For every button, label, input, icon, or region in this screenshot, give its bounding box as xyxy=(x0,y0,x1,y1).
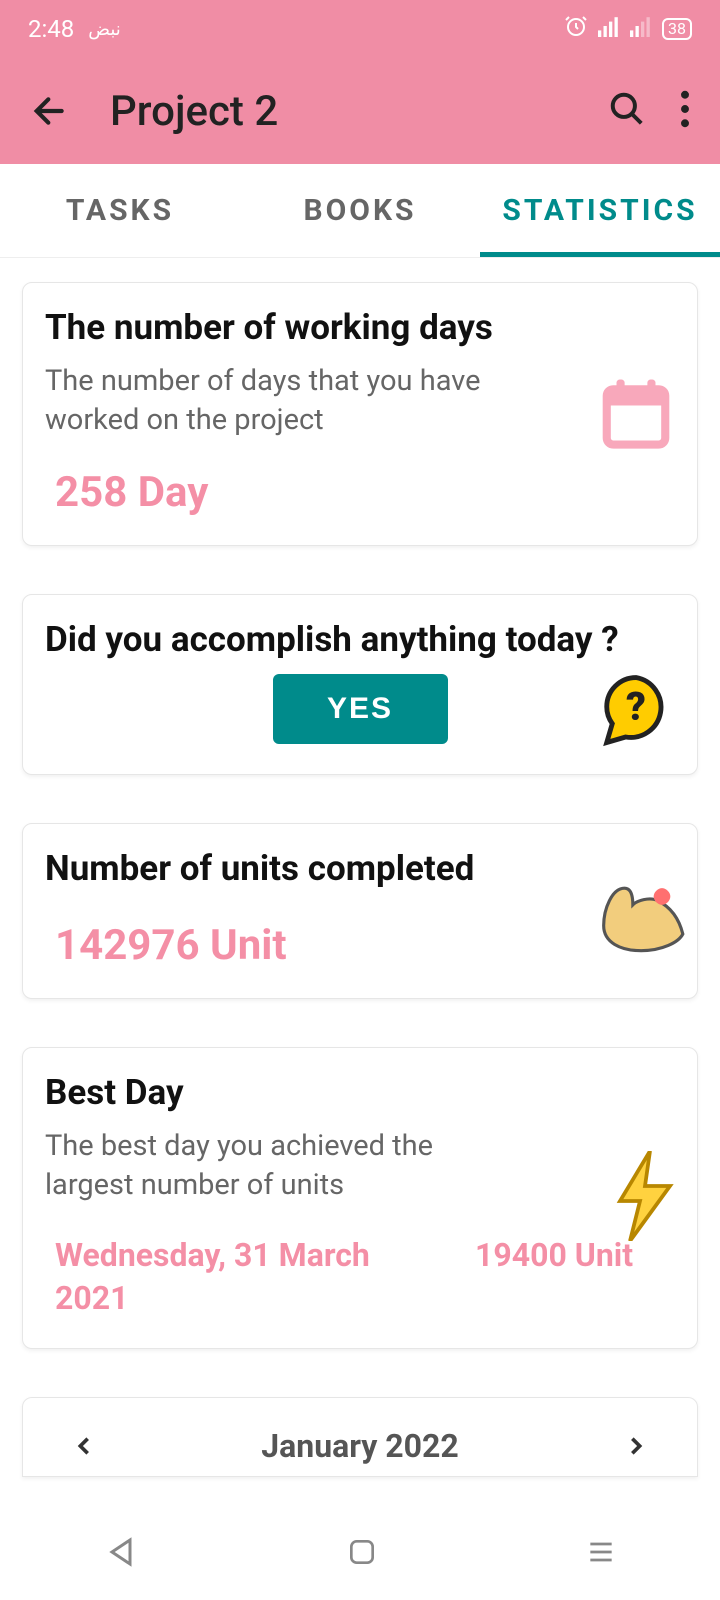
signal-icon xyxy=(598,15,620,43)
calendar-header: January 2022 xyxy=(22,1397,698,1477)
tab-tasks[interactable]: TASKS xyxy=(0,164,240,257)
system-nav-bar xyxy=(0,1508,720,1600)
question-icon: ? xyxy=(597,671,675,753)
card-today: Did you accomplish anything today ? YES … xyxy=(22,594,698,775)
lightning-icon xyxy=(615,1151,675,1245)
card-working-days: The number of working days The number of… xyxy=(22,282,698,546)
more-button[interactable] xyxy=(680,90,690,132)
next-month-button[interactable] xyxy=(625,1426,647,1466)
search-button[interactable] xyxy=(608,90,646,132)
back-button[interactable] xyxy=(20,91,80,131)
battery-icon: 38 xyxy=(662,18,692,40)
app-bar: Project 2 xyxy=(0,58,720,164)
muscle-icon xyxy=(587,859,687,963)
card-subtitle: The number of days that you have worked … xyxy=(45,362,515,440)
best-day-date: Wednesday, 31 March 2021 xyxy=(55,1234,435,1320)
tab-books[interactable]: BOOKS xyxy=(240,164,480,257)
tab-bar: TASKS BOOKS STATISTICS xyxy=(0,164,720,258)
calendar-icon xyxy=(597,373,675,455)
content-scroll[interactable]: The number of working days The number of… xyxy=(0,258,720,1477)
prev-month-button[interactable] xyxy=(73,1426,95,1466)
units-value: 142976 Unit xyxy=(45,921,675,970)
signal2-icon xyxy=(630,15,652,43)
card-title: Number of units completed xyxy=(45,848,675,889)
status-time: 2:48 xyxy=(28,15,74,43)
card-units: Number of units completed 142976 Unit xyxy=(22,823,698,999)
tab-statistics[interactable]: STATISTICS xyxy=(480,164,720,257)
working-days-value: 258 Day xyxy=(45,468,675,517)
card-title: Did you accomplish anything today ? xyxy=(45,619,675,660)
status-notif-label: نبض xyxy=(88,19,121,40)
card-best-day: Best Day The best day you achieved the l… xyxy=(22,1047,698,1349)
card-title: Best Day xyxy=(45,1072,675,1113)
best-day-units: 19400 Unit xyxy=(475,1234,675,1320)
month-label: January 2022 xyxy=(261,1427,458,1465)
alarm-icon xyxy=(564,14,588,44)
nav-recents-button[interactable] xyxy=(585,1536,617,1572)
page-title: Project 2 xyxy=(80,87,608,136)
svg-text:?: ? xyxy=(626,683,646,729)
status-bar: 2:48 نبض 38 xyxy=(0,0,720,58)
nav-home-button[interactable] xyxy=(346,1536,378,1572)
yes-button[interactable]: YES xyxy=(273,674,448,744)
card-title: The number of working days xyxy=(45,307,675,348)
card-subtitle: The best day you achieved the largest nu… xyxy=(45,1127,515,1205)
nav-back-button[interactable] xyxy=(103,1534,139,1574)
